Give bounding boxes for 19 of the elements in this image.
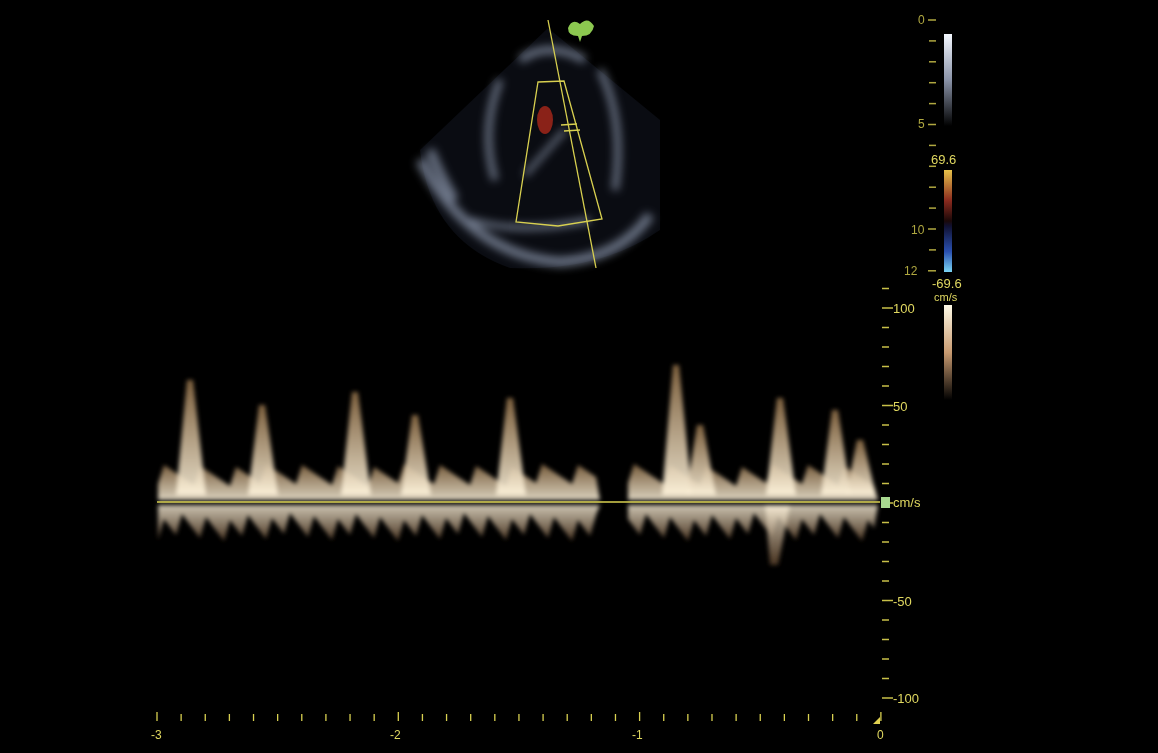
velocity-label: 100 (893, 302, 915, 315)
time-label: -3 (151, 729, 162, 741)
triangle-marker-icon (873, 717, 880, 724)
color-scale-max: 69.6 (931, 153, 957, 166)
baseline-handle[interactable] (881, 497, 890, 508)
time-label: -1 (632, 729, 643, 741)
depth-label: 10 (911, 224, 925, 236)
color-scale-min: -69.6 (932, 277, 962, 290)
velocity-label: 50 (893, 400, 908, 413)
velocity-unit: cm/s (893, 496, 921, 509)
depth-label: 12 (904, 265, 918, 277)
time-label: 0 (877, 729, 884, 741)
velocity-label: -100 (893, 692, 920, 705)
velocity-label: -50 (893, 595, 912, 608)
depth-label: 5 (918, 118, 925, 130)
depth-label: 0 (918, 14, 925, 26)
color-scale-unit: cm/s (934, 292, 958, 303)
leaf-icon (568, 20, 594, 42)
time-label: -2 (390, 729, 401, 741)
